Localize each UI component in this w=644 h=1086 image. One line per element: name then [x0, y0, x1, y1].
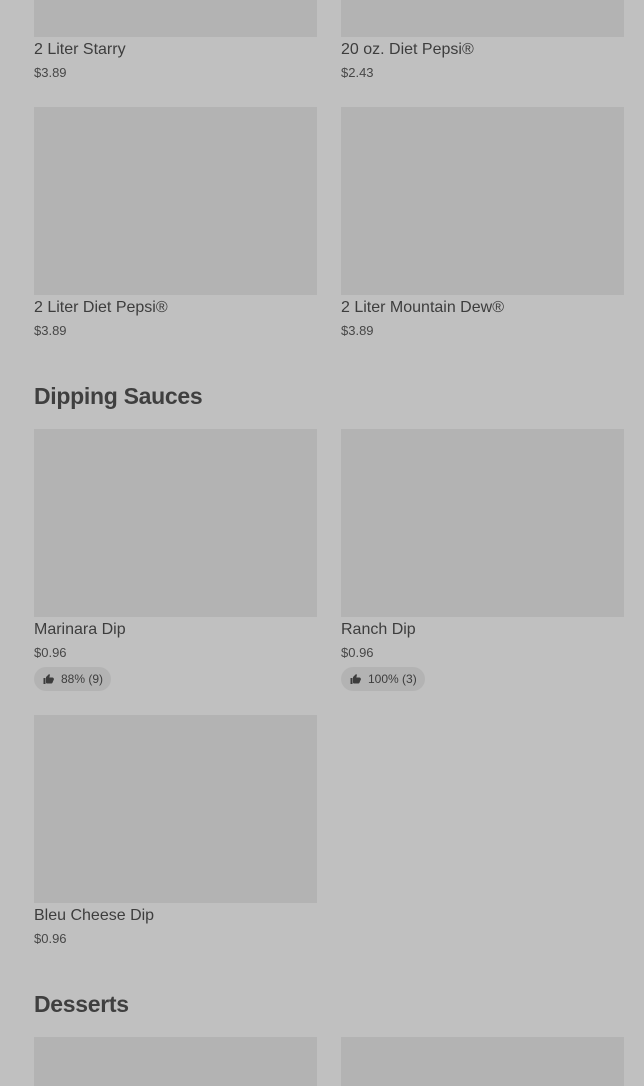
- section-title-dipping-sauces: Dipping Sauces: [34, 383, 203, 409]
- rating-text: 100% (3): [368, 672, 417, 686]
- item-image: [341, 107, 624, 295]
- item-price: $2.43: [341, 65, 374, 80]
- item-name: 2 Liter Starry: [34, 41, 126, 58]
- item-name: 2 Liter Diet Pepsi®: [34, 299, 168, 316]
- item-price: $0.96: [34, 645, 67, 660]
- item-name: Ranch Dip: [341, 621, 416, 638]
- item-image: [341, 0, 624, 37]
- rating-text: 88% (9): [61, 672, 104, 686]
- item-name: 2 Liter Mountain Dew®: [341, 299, 504, 316]
- section-title-desserts: Desserts: [34, 991, 129, 1017]
- item-name: Marinara Dip: [34, 621, 126, 638]
- item-image: [34, 107, 317, 295]
- item-name: Bleu Cheese Dip: [34, 907, 155, 924]
- item-image: [341, 429, 624, 617]
- item-image: [34, 0, 317, 37]
- thumbs-up-icon: [350, 674, 361, 684]
- item-price: $3.89: [34, 65, 67, 80]
- item-price: $0.96: [341, 645, 374, 660]
- item-name: 20 oz. Diet Pepsi®: [341, 41, 474, 58]
- item-image: [34, 715, 317, 903]
- item-image: [34, 429, 317, 617]
- rating-badge: 88% (9): [34, 667, 112, 691]
- item-image: [341, 1037, 624, 1086]
- item-price: $3.89: [341, 323, 374, 338]
- item-image: [34, 1037, 317, 1086]
- item-price: $0.96: [34, 931, 67, 946]
- rating-badge: 100% (3): [341, 667, 425, 691]
- thumbs-up-icon: [43, 674, 54, 684]
- item-price: $3.89: [34, 323, 67, 338]
